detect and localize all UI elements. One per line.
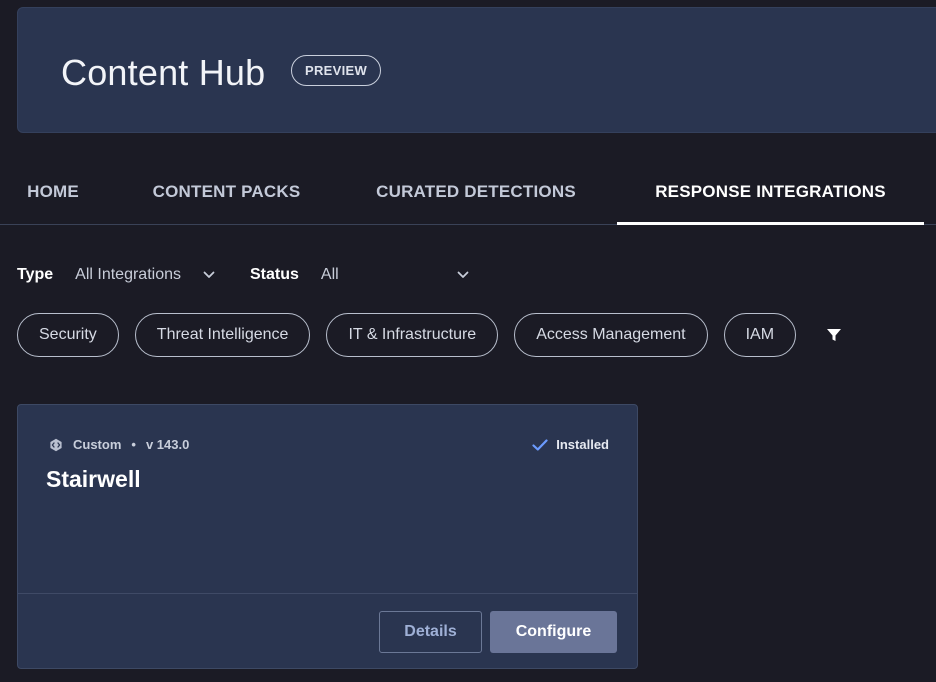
integration-card[interactable]: Custom • v 143.0 Installed Stairwell Det… <box>17 404 638 669</box>
configure-button[interactable]: Configure <box>490 611 617 653</box>
card-divider <box>18 593 637 594</box>
tab-bar: HOME CONTENT PACKS CURATED DETECTIONS RE… <box>0 160 936 225</box>
installed-status: Installed <box>532 437 609 452</box>
details-button[interactable]: Details <box>379 611 482 653</box>
type-select[interactable]: All Integrations <box>75 266 216 284</box>
chip-access-management[interactable]: Access Management <box>514 313 708 357</box>
card-meta: Custom • v 143.0 <box>49 437 189 452</box>
installed-label: Installed <box>556 437 609 452</box>
category-chips: Security Threat Intelligence IT & Infras… <box>17 313 842 357</box>
type-select-value: All Integrations <box>75 266 181 283</box>
type-filter-label: Type <box>17 266 54 283</box>
meta-separator: • <box>131 437 136 452</box>
chip-security[interactable]: Security <box>17 313 119 357</box>
chip-iam[interactable]: IAM <box>723 313 797 357</box>
tab-home[interactable]: HOME <box>0 160 106 224</box>
chip-threat-intelligence[interactable]: Threat Intelligence <box>134 313 311 357</box>
filter-icon[interactable] <box>826 327 842 343</box>
tab-curated-detections[interactable]: CURATED DETECTIONS <box>347 160 605 224</box>
chip-it-infrastructure[interactable]: IT & Infrastructure <box>326 313 499 357</box>
status-select-value: All <box>320 266 339 283</box>
status-filter-label: Status <box>250 266 299 283</box>
card-version: v 143.0 <box>145 437 190 452</box>
tab-content-packs[interactable]: CONTENT PACKS <box>121 160 332 224</box>
content-hub-header: Content Hub PREVIEW <box>17 7 936 133</box>
chevron-down-icon <box>203 271 215 278</box>
filter-row: Type All Integrations Status All <box>17 262 470 288</box>
card-title: Stairwell <box>46 466 141 492</box>
page-title: Content Hub <box>61 52 266 93</box>
status-select[interactable]: All <box>321 266 470 284</box>
preview-badge: PREVIEW <box>291 55 382 86</box>
custom-integration-icon <box>50 438 62 451</box>
chevron-down-icon <box>457 271 469 278</box>
tab-response-integrations[interactable]: RESPONSE INTEGRATIONS <box>617 160 924 225</box>
card-source: Custom <box>73 437 122 452</box>
check-icon <box>532 438 548 451</box>
